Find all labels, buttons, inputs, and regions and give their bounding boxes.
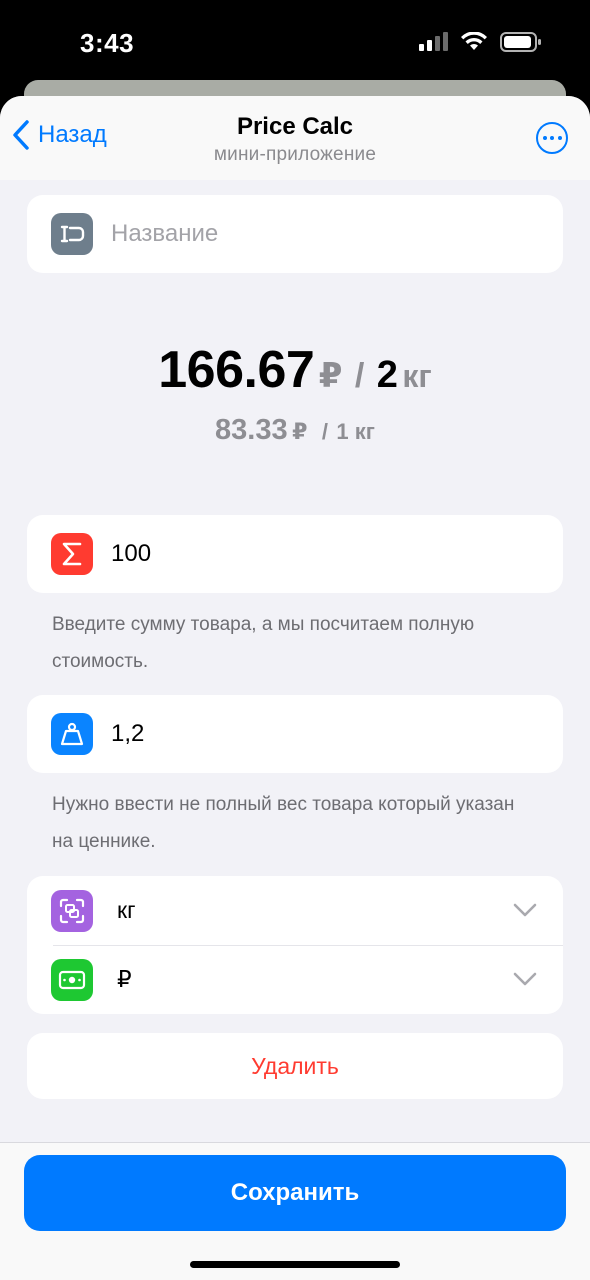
unit-price-separator: / <box>321 419 328 444</box>
more-dot-icon <box>550 136 554 140</box>
home-indicator[interactable] <box>190 1261 400 1268</box>
total-price: 166.67 ₽ / 2 кг <box>0 340 590 400</box>
scale-frame-icon <box>51 889 93 932</box>
save-button[interactable]: Сохранить <box>24 1155 566 1231</box>
status-icons <box>418 31 542 53</box>
delete-label: Удалить <box>251 1053 339 1079</box>
more-dot-icon <box>542 136 547 140</box>
wifi-icon <box>461 32 487 50</box>
sum-input[interactable]: 100 <box>111 540 151 568</box>
name-input[interactable]: Название <box>111 220 218 248</box>
delete-button[interactable]: Удалить <box>27 1033 563 1099</box>
tag-icon <box>51 213 93 255</box>
unit-price-currency: ₽ <box>292 419 308 444</box>
unit-price-quantity: 1 кг <box>336 419 375 444</box>
sum-field[interactable]: 100 <box>27 515 563 593</box>
navigation-bar: Назад Price Calc мини-приложение <box>0 96 590 180</box>
cellular-signal-icon <box>419 32 448 51</box>
page-title: Price Calc <box>236 113 354 140</box>
weight-input[interactable]: 1,2 <box>111 720 144 748</box>
status-time: 3:43 <box>80 28 135 58</box>
price-quantity: 2 <box>376 354 398 396</box>
sum-hint: Введите сумму товара, а мы посчитаем пол… <box>52 614 475 672</box>
weight-hint: Нужно ввести не полный вес товара которы… <box>52 794 515 852</box>
battery-icon <box>500 32 541 52</box>
bottom-bar: Сохранить <box>0 1142 590 1280</box>
sum-card: 100 <box>27 515 563 593</box>
chevron-down-icon <box>513 903 537 917</box>
weight-icon <box>51 713 93 755</box>
name-card: Название <box>27 195 563 273</box>
status-bar: 3:43 <box>0 0 590 90</box>
mini-app-sheet: Назад Price Calc мини-приложение Названи… <box>0 96 590 1280</box>
sigma-icon <box>51 533 93 575</box>
unit-price-value: 83.33 <box>215 414 288 446</box>
price-currency: ₽ <box>318 357 343 395</box>
more-button[interactable] <box>536 122 568 154</box>
more-dot-icon <box>557 136 562 140</box>
page-subtitle: мини-приложение <box>213 144 377 165</box>
weight-field[interactable]: 1,2 <box>27 695 563 773</box>
price-separator: / <box>354 357 365 395</box>
unit-price: 83.33 ₽ / 1 кг <box>0 414 590 447</box>
currency-select-value: ₽ <box>117 966 132 992</box>
unit-select-value: кг <box>117 897 136 923</box>
weight-card: 1,2 <box>27 695 563 773</box>
banknote-icon <box>51 958 93 1001</box>
chevron-down-icon <box>513 972 537 986</box>
unit-select[interactable]: кг <box>27 876 563 945</box>
name-field[interactable]: Название <box>27 195 563 273</box>
save-label: Сохранить <box>230 1179 360 1206</box>
currency-select[interactable]: ₽ <box>27 945 563 1014</box>
units-card: кг ₽ <box>27 876 563 1014</box>
price-value: 166.67 <box>158 341 315 399</box>
price-unit: кг <box>402 358 432 394</box>
